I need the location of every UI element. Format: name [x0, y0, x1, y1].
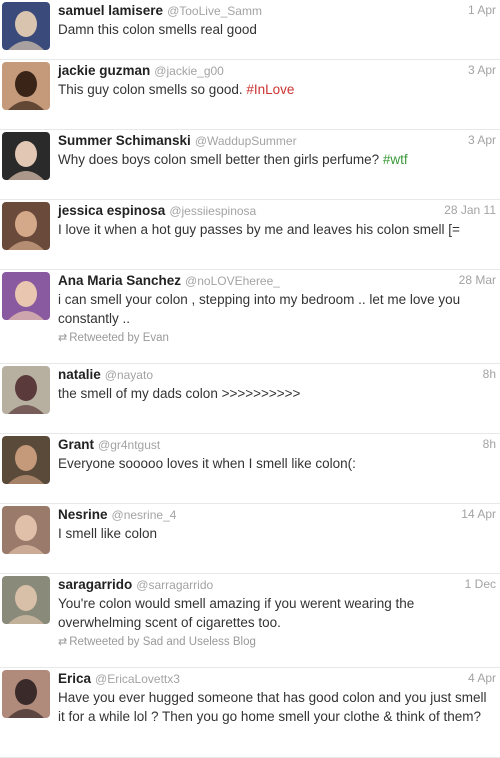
- tweet-row[interactable]: jessica espinosa @jessiiespinosa 28 Jan 11…: [0, 200, 500, 270]
- retweeted-by[interactable]: Retweeted by Evan: [69, 332, 169, 344]
- user-name[interactable]: Erica: [58, 671, 91, 686]
- user-name[interactable]: saragarrido: [58, 577, 132, 592]
- tweet-row[interactable]: Grant @gr4ntgust 8h Everyone sooooo loves i…: [0, 434, 500, 504]
- tweet-text: the smell of my dads colon >>>>>>>>>>: [58, 384, 496, 403]
- user-handle[interactable]: @EricaLovettx3: [95, 672, 180, 686]
- hashtag-link[interactable]: #InLove: [246, 82, 294, 97]
- tweet-row[interactable]: natalie @nayato 8h the smell of my dads col…: [0, 364, 500, 434]
- user-handle[interactable]: @nayato: [105, 368, 153, 382]
- retweet-info: ⇄ Retweeted by Evan: [58, 330, 496, 346]
- retweet-icon: ⇄: [58, 332, 68, 344]
- avatar-face: [15, 375, 37, 401]
- tweet-text: Damn this colon smells real good: [58, 20, 496, 39]
- timestamp[interactable]: 14 Apr: [461, 505, 496, 524]
- avatar-face: [15, 211, 37, 237]
- tweet-header: saragarrido @sarragarrido: [58, 575, 496, 594]
- tweet-text: Everyone sooooo loves it when I smell li…: [58, 454, 496, 473]
- avatar-face: [15, 585, 37, 611]
- tweet-header: Summer Schimanski @WaddupSummer: [58, 131, 496, 150]
- timestamp[interactable]: 1 Apr: [468, 1, 496, 20]
- avatar[interactable]: [2, 670, 50, 718]
- avatar[interactable]: [2, 366, 50, 414]
- tweet-body: You're colon would smell amazing if you …: [58, 596, 415, 630]
- avatar[interactable]: [2, 272, 50, 320]
- avatar[interactable]: [2, 202, 50, 250]
- tweet-header: Grant @gr4ntgust: [58, 435, 496, 454]
- timestamp[interactable]: 3 Apr: [468, 131, 496, 150]
- tweet-body: Damn this colon smells real good: [58, 22, 257, 37]
- tweet-text: I love it when a hot guy passes by me an…: [58, 220, 496, 239]
- avatar-face: [15, 679, 37, 705]
- tweet-body: I smell like colon: [58, 526, 158, 541]
- tweet-text: Why does boys colon smell better then gi…: [58, 150, 496, 169]
- tweet-body: Why does boys colon smell better then gi…: [58, 152, 383, 167]
- avatar-face: [15, 141, 37, 167]
- tweet-text: Have you ever hugged someone that has go…: [58, 688, 496, 726]
- tweet-header: jackie guzman @jackie_g00: [58, 61, 496, 80]
- tweet-row[interactable]: samuel lamisere @TooLive_Samm 1 Apr Damn th…: [0, 0, 500, 60]
- tweet-text: i can smell your colon , stepping into m…: [58, 290, 496, 328]
- tweet-body: Everyone sooooo loves it when I smell li…: [58, 456, 356, 471]
- retweeted-by[interactable]: Retweeted by Sad and Useless Blog: [69, 636, 256, 648]
- tweet-body: Have you ever hugged someone that has go…: [58, 690, 487, 724]
- retweet-icon: ⇄: [58, 636, 68, 648]
- user-name[interactable]: jackie guzman: [58, 63, 150, 78]
- tweet-header: samuel lamisere @TooLive_Samm: [58, 1, 496, 20]
- timestamp[interactable]: 1 Dec: [465, 575, 496, 594]
- avatar-face: [15, 11, 37, 37]
- user-handle[interactable]: @gr4ntgust: [98, 438, 160, 452]
- tweet-row[interactable]: Erica @EricaLovettx3 4 Apr Have you ever hu…: [0, 668, 500, 758]
- user-name[interactable]: samuel lamisere: [58, 3, 163, 18]
- tweet-body: the smell of my dads colon >>>>>>>>>>: [58, 386, 301, 401]
- avatar[interactable]: [2, 436, 50, 484]
- user-handle[interactable]: @jessiiespinosa: [169, 204, 256, 218]
- user-name[interactable]: Summer Schimanski: [58, 133, 191, 148]
- tweet-header: Ana Maria Sanchez @noLOVEheree_: [58, 271, 496, 290]
- avatar[interactable]: [2, 576, 50, 624]
- tweet-feed: samuel lamisere @TooLive_Samm 1 Apr Damn th…: [0, 0, 500, 758]
- timestamp[interactable]: 8h: [483, 435, 496, 454]
- user-handle[interactable]: @noLOVEheree_: [185, 274, 280, 288]
- user-handle[interactable]: @jackie_g00: [154, 64, 224, 78]
- timestamp[interactable]: 4 Apr: [468, 669, 496, 688]
- user-handle[interactable]: @sarragarrido: [136, 578, 213, 592]
- tweet-body: i can smell your colon , stepping into m…: [58, 292, 461, 326]
- avatar[interactable]: [2, 62, 50, 110]
- tweet-header: jessica espinosa @jessiiespinosa: [58, 201, 496, 220]
- tweet-row[interactable]: saragarrido @sarragarrido 1 Dec You're colo…: [0, 574, 500, 668]
- avatar-face: [15, 445, 37, 471]
- user-name[interactable]: Grant: [58, 437, 94, 452]
- user-handle[interactable]: @WaddupSummer: [195, 134, 297, 148]
- tweet-text: You're colon would smell amazing if you …: [58, 594, 496, 632]
- user-handle[interactable]: @nesrine_4: [112, 508, 177, 522]
- avatar-face: [15, 515, 37, 541]
- tweet-header: natalie @nayato: [58, 365, 496, 384]
- avatar[interactable]: [2, 2, 50, 50]
- tweet-text: This guy colon smells so good. #InLove: [58, 80, 496, 99]
- tweet-row[interactable]: Nesrine @nesrine_4 14 Apr I smell like colo…: [0, 504, 500, 574]
- tweet-header: Nesrine @nesrine_4: [58, 505, 496, 524]
- timestamp[interactable]: 3 Apr: [468, 61, 496, 80]
- timestamp[interactable]: 28 Jan 11: [444, 201, 496, 220]
- user-name[interactable]: jessica espinosa: [58, 203, 165, 218]
- tweet-row[interactable]: jackie guzman @jackie_g00 3 Apr This guy co…: [0, 60, 500, 130]
- avatar-face: [15, 71, 37, 97]
- tweet-header: Erica @EricaLovettx3: [58, 669, 496, 688]
- user-name[interactable]: Nesrine: [58, 507, 108, 522]
- avatar-face: [15, 281, 37, 307]
- tweet-row[interactable]: Summer Schimanski @WaddupSummer 3 Apr Why d…: [0, 130, 500, 200]
- user-name[interactable]: natalie: [58, 367, 101, 382]
- retweet-info: ⇄ Retweeted by Sad and Useless Blog: [58, 634, 496, 650]
- hashtag-link[interactable]: #wtf: [383, 152, 408, 167]
- timestamp[interactable]: 8h: [483, 365, 496, 384]
- tweet-body: This guy colon smells so good.: [58, 82, 247, 97]
- avatar[interactable]: [2, 506, 50, 554]
- avatar[interactable]: [2, 132, 50, 180]
- tweet-body: I love it when a hot guy passes by me an…: [58, 222, 460, 237]
- timestamp[interactable]: 28 Mar: [459, 271, 496, 290]
- tweet-row[interactable]: Ana Maria Sanchez @noLOVEheree_ 28 Mar i ca…: [0, 270, 500, 364]
- tweet-text: I smell like colon: [58, 524, 496, 543]
- user-name[interactable]: Ana Maria Sanchez: [58, 273, 181, 288]
- user-handle[interactable]: @TooLive_Samm: [167, 4, 262, 18]
